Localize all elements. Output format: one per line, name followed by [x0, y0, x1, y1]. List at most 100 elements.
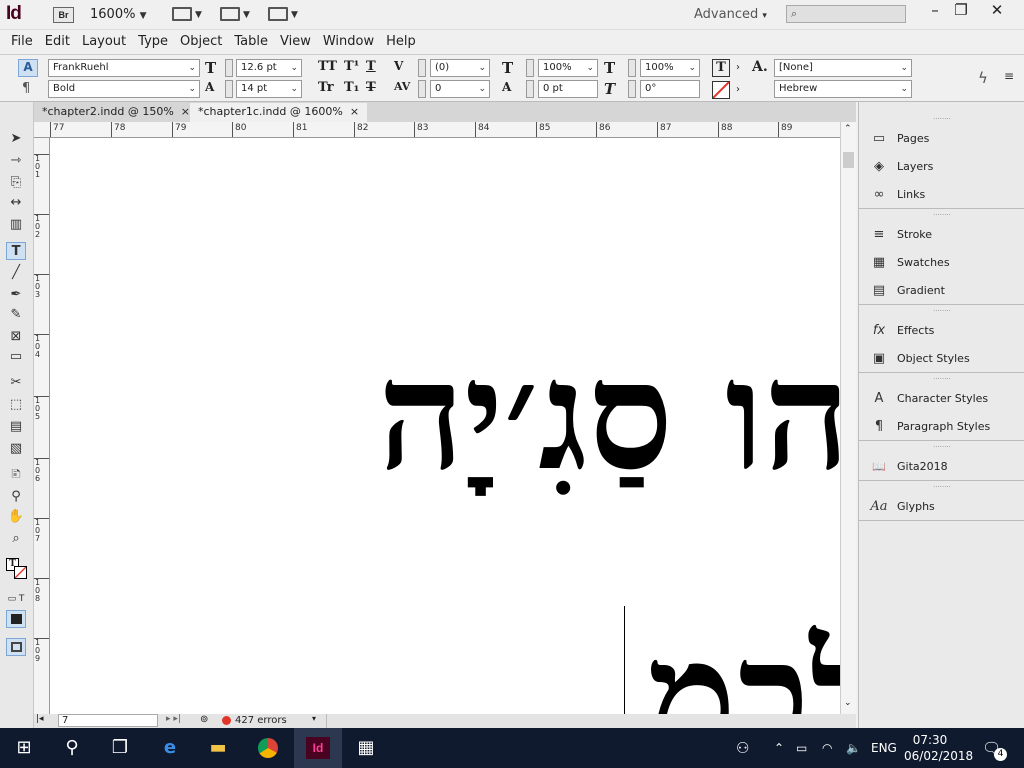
menu-edit[interactable]: Edit — [39, 34, 76, 49]
eyedropper-tool-icon[interactable]: ⚲ — [6, 488, 26, 506]
font-style-select[interactable]: Bold ⌄ — [48, 80, 200, 98]
gradient-feather-tool-icon[interactable]: ▧ — [6, 440, 26, 458]
screen-mode-icon[interactable] — [220, 7, 240, 21]
edge-icon[interactable]: e — [146, 728, 194, 768]
free-transform-tool-icon[interactable]: ⬚ — [6, 396, 26, 414]
close-icon[interactable]: × — [181, 105, 190, 118]
next-page-icon[interactable]: ▸ ▸| — [166, 714, 181, 724]
normal-view-icon[interactable] — [6, 610, 26, 628]
menu-object[interactable]: Object — [174, 34, 228, 49]
menu-help[interactable]: Help — [380, 34, 422, 49]
indesign-taskbar-icon[interactable]: Id — [294, 728, 342, 768]
pencil-tool-icon[interactable]: ✎ — [6, 306, 26, 324]
leading-stepper[interactable] — [225, 80, 233, 98]
panel-grip[interactable]: ········ — [859, 376, 1024, 384]
superscript-icon[interactable]: T¹ — [344, 59, 359, 74]
language-indicator[interactable]: ENG — [871, 728, 897, 768]
people-icon[interactable]: ⚇ — [736, 728, 749, 768]
page-tool-icon[interactable]: ⎘ — [6, 174, 26, 192]
character-mode-icon[interactable]: A — [18, 59, 38, 77]
font-family-select[interactable]: FrankRuehl ⌄ — [48, 59, 200, 77]
calculator-icon[interactable]: ▦ — [342, 728, 390, 768]
search-input[interactable]: ⌕ — [786, 5, 906, 23]
menu-window[interactable]: Window — [317, 34, 380, 49]
error-count[interactable]: 427 errors — [235, 714, 287, 727]
type-tool-icon[interactable]: T — [6, 242, 26, 260]
formatting-affects-icon[interactable]: ▭ T — [6, 590, 26, 608]
restore-button[interactable]: ❐ — [946, 0, 976, 22]
panel-effects[interactable]: fx Effects — [859, 316, 1024, 344]
menu-layout[interactable]: Layout — [76, 34, 132, 49]
panel-grip[interactable]: ········ — [859, 444, 1024, 452]
pen-tool-icon[interactable]: ✒ — [6, 286, 26, 304]
chrome-icon[interactable] — [244, 728, 292, 768]
arrange-documents-icon[interactable] — [268, 7, 288, 21]
kerning-input[interactable]: (0) ⌄ — [430, 59, 490, 77]
panel-grip[interactable]: ········ — [859, 116, 1024, 124]
menu-table[interactable]: Table — [228, 34, 274, 49]
menu-view[interactable]: View — [274, 34, 317, 49]
search-icon[interactable]: ⚲ — [48, 728, 96, 768]
note-tool-icon[interactable]: 🗈 — [6, 466, 26, 484]
volume-icon[interactable]: 🔈 — [846, 728, 861, 768]
gradient-swatch-tool-icon[interactable]: ▤ — [6, 418, 26, 436]
panel-grip[interactable]: ········ — [859, 308, 1024, 316]
font-size-input[interactable]: 12.6 pt ⌄ — [236, 59, 302, 77]
panel-grip[interactable]: ········ — [859, 484, 1024, 492]
zoom-tool-icon[interactable]: ⌕ — [6, 530, 26, 548]
panel-pages[interactable]: ▭ Pages — [859, 124, 1024, 152]
panel-stroke[interactable]: ≡ Stroke — [859, 220, 1024, 248]
baseline-shift-input[interactable]: 0 pt — [538, 80, 598, 98]
fill-stroke-swatch[interactable]: T — [6, 558, 28, 580]
chevron-down-icon[interactable]: ▾ — [312, 714, 316, 723]
page-number-select[interactable]: 7 — [58, 714, 158, 727]
wifi-icon[interactable]: ◠ — [822, 728, 832, 768]
close-icon[interactable]: × — [350, 105, 359, 118]
language-select[interactable]: Hebrew ⌄ — [774, 80, 912, 98]
panel-gradient[interactable]: ▤ Gradient — [859, 276, 1024, 304]
horizontal-scale-stepper[interactable] — [628, 59, 636, 77]
vertical-scale-stepper[interactable] — [526, 59, 534, 77]
panel-menu-icon[interactable]: ≡ — [1004, 69, 1014, 83]
view-options-icon[interactable] — [172, 7, 192, 21]
scissors-tool-icon[interactable]: ✂ — [6, 374, 26, 392]
panel-gita2018[interactable]: 📖 Gita2018 — [859, 452, 1024, 480]
all-caps-icon[interactable]: TT — [318, 59, 337, 74]
panel-paragraph-styles[interactable]: ¶ Paragraph Styles — [859, 412, 1024, 440]
tracking-stepper[interactable] — [418, 80, 426, 98]
hebrew-text-line-2[interactable]: לְכַמ — [648, 608, 840, 714]
panel-links[interactable]: ∞ Links — [859, 180, 1024, 208]
quick-apply-icon[interactable]: ϟ — [978, 69, 988, 87]
scroll-down-icon[interactable]: ⌄ — [844, 698, 852, 708]
kerning-stepper[interactable] — [418, 59, 426, 77]
file-explorer-icon[interactable]: ▬ — [194, 728, 242, 768]
scroll-thumb[interactable] — [843, 152, 854, 168]
text-fill-icon[interactable]: T — [712, 59, 730, 77]
tab-chapter1c[interactable]: *chapter1c.indd @ 1600% × — [190, 103, 368, 122]
close-button[interactable]: ✕ — [982, 0, 1012, 22]
bridge-button[interactable]: Br — [53, 7, 74, 23]
underline-icon[interactable]: T — [366, 59, 376, 74]
skew-stepper[interactable] — [628, 80, 636, 98]
start-button[interactable]: ⊞ — [0, 728, 48, 768]
direct-selection-tool-icon[interactable]: ⇾ — [6, 152, 26, 170]
vertical-scrollbar[interactable]: ⌃ ⌄ — [840, 122, 856, 714]
network-adapter-icon[interactable]: ▭ — [796, 728, 807, 768]
first-page-icon[interactable]: |◂ — [36, 714, 44, 724]
panel-swatches[interactable]: ▦ Swatches — [859, 248, 1024, 276]
text-stroke-icon[interactable] — [712, 81, 730, 99]
preflight-icon[interactable]: ⊚ — [200, 714, 208, 725]
screen-mode-button[interactable] — [6, 638, 26, 656]
vertical-scale-input[interactable]: 100% ⌄ — [538, 59, 598, 77]
scroll-up-icon[interactable]: ⌃ — [844, 124, 852, 134]
menu-type[interactable]: Type — [132, 34, 174, 49]
baseline-shift-stepper[interactable] — [526, 80, 534, 98]
hebrew-text-line-1[interactable]: הו סַגִ׳יָה — [378, 328, 840, 504]
font-size-stepper[interactable] — [225, 59, 233, 77]
horizontal-scale-input[interactable]: 100% ⌄ — [640, 59, 700, 77]
task-view-icon[interactable]: ❐ — [96, 728, 144, 768]
panel-object-styles[interactable]: ▣ Object Styles — [859, 344, 1024, 372]
leading-input[interactable]: 14 pt ⌄ — [236, 80, 302, 98]
document-canvas[interactable]: הו סַגִ׳יָה לְכַמ — [50, 138, 840, 714]
subscript-icon[interactable]: T₁ — [344, 80, 359, 95]
